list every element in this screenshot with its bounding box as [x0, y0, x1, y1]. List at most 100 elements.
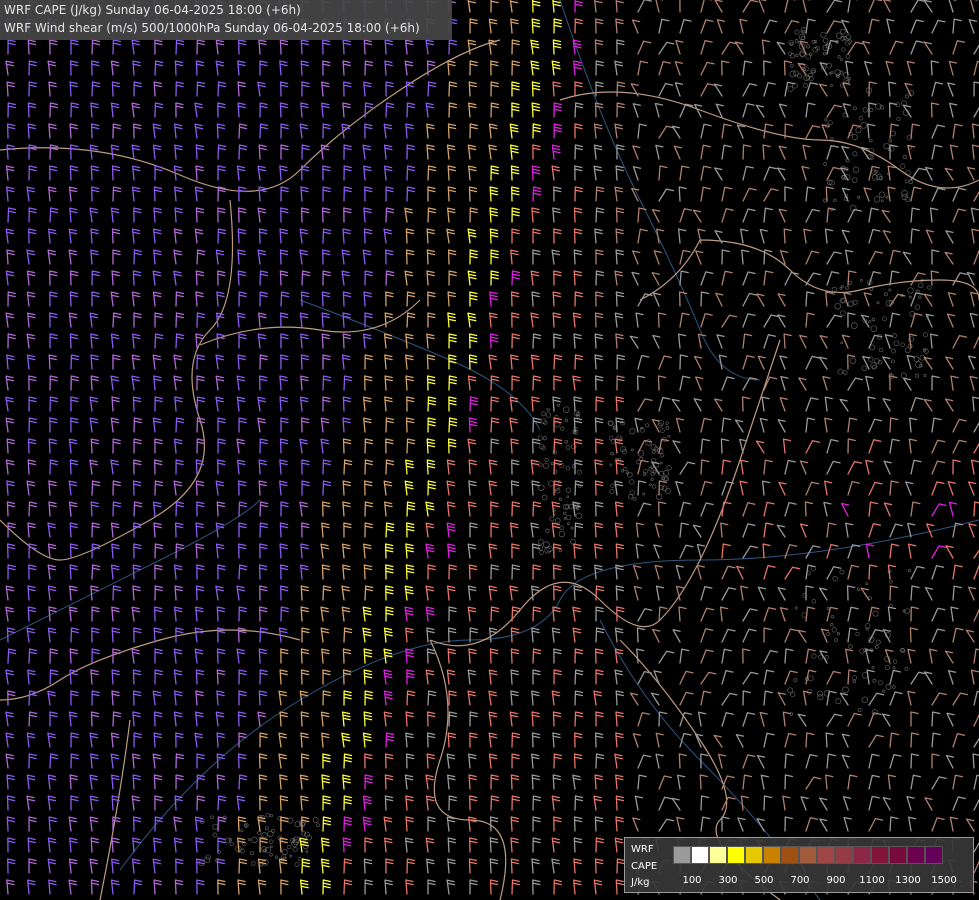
wind-barb [383, 165, 393, 181]
wind-barb [406, 522, 415, 538]
wind-barb [258, 753, 268, 769]
wind-barb [28, 564, 37, 580]
wind-barb [89, 396, 99, 412]
wind-barb [637, 502, 652, 517]
terrain-speck [849, 204, 857, 212]
wind-barb [112, 585, 122, 601]
wind-barb [819, 335, 828, 349]
wind-barb [70, 795, 79, 811]
wind-barb [49, 102, 59, 118]
wind-barb [343, 627, 353, 643]
terrain-speck [301, 831, 307, 837]
wind-barb [654, 564, 663, 580]
wind-barb [923, 0, 933, 13]
wind-barb [551, 501, 561, 517]
wind-barb [196, 417, 206, 433]
terrain-speck [559, 525, 564, 531]
wind-barb [823, 501, 832, 517]
terrain-speck [264, 826, 269, 831]
wind-barb [196, 501, 205, 517]
wind-barb [364, 585, 374, 601]
wind-barb [47, 858, 57, 874]
wind-barb [860, 587, 870, 601]
wind-barb [426, 753, 436, 769]
wind-barb [671, 797, 681, 811]
wind-barb [868, 753, 880, 769]
wind-barb [154, 459, 163, 475]
wind-barb [257, 333, 267, 349]
terrain-speck [270, 828, 276, 834]
wind-barb [364, 522, 373, 538]
wind-barb [110, 60, 120, 76]
wind-barb [799, 523, 809, 538]
terrain-speck [890, 130, 896, 137]
wind-barb [385, 858, 394, 874]
wind-barb [89, 207, 99, 223]
wind-barb [364, 774, 373, 790]
wind-barb [923, 293, 933, 307]
terrain-speck [904, 666, 909, 671]
wind-barb [196, 312, 206, 328]
wind-barb [553, 186, 562, 202]
wind-barb [110, 207, 120, 223]
wind-barb [655, 0, 664, 13]
wind-barb [615, 396, 625, 412]
wind-barb [511, 543, 520, 559]
wind-barb [154, 396, 163, 412]
wind-barb [553, 18, 562, 34]
terrain-speck [541, 411, 546, 417]
wind-barb [322, 186, 331, 202]
wind-barb [236, 795, 246, 811]
wind-barb [111, 228, 121, 244]
wind-barb [405, 564, 415, 580]
wind-barb [553, 270, 562, 286]
wind-barb [552, 81, 561, 97]
terrain-speck [882, 689, 886, 693]
terrain-speck [809, 52, 813, 56]
wind-barb [511, 753, 520, 769]
wind-barb [68, 711, 78, 727]
wind-barbs-layer [5, 0, 979, 895]
wind-barb [279, 669, 288, 685]
wind-barb [780, 375, 789, 391]
wind-barb [70, 417, 79, 433]
wind-barb [447, 291, 456, 307]
wind-barb [930, 270, 939, 286]
wind-barb [321, 522, 330, 538]
terrain-speck [818, 654, 823, 660]
wind-barb [925, 313, 934, 328]
wind-barb [427, 81, 437, 97]
wind-barb [679, 354, 689, 370]
wind-barb [595, 18, 604, 34]
wind-barb [426, 144, 435, 160]
wind-barb [678, 606, 687, 622]
wind-barb [931, 607, 946, 622]
wind-barb [973, 250, 979, 265]
wind-barb [952, 459, 961, 475]
wind-barb [763, 19, 778, 34]
cape-legend: WRF CAPE J/kg 100 300 500 700 900 1100 1300 150… [624, 837, 974, 893]
terrain-speck [832, 576, 838, 582]
wind-barb [385, 81, 394, 97]
wind-barb [301, 144, 310, 160]
wind-barb [868, 271, 882, 286]
wind-barb [341, 711, 351, 727]
wind-barb [237, 81, 246, 97]
wind-barb [468, 417, 478, 433]
wind-barb [700, 0, 713, 13]
wind-barb [803, 228, 812, 244]
wind-barb [132, 165, 141, 181]
wind-barb [949, 144, 959, 160]
wind-barb [594, 648, 604, 664]
terrain-speck [570, 538, 576, 545]
wind-barb [653, 670, 662, 685]
terrain-speck [661, 485, 668, 492]
wind-barb [49, 144, 59, 160]
terrain-speck [789, 63, 794, 68]
wind-barb [763, 627, 772, 643]
wind-barb [490, 270, 499, 286]
wind-barb [195, 270, 205, 286]
wind-barb [364, 837, 373, 853]
wind-barb [572, 375, 582, 391]
wind-barb [763, 649, 779, 664]
